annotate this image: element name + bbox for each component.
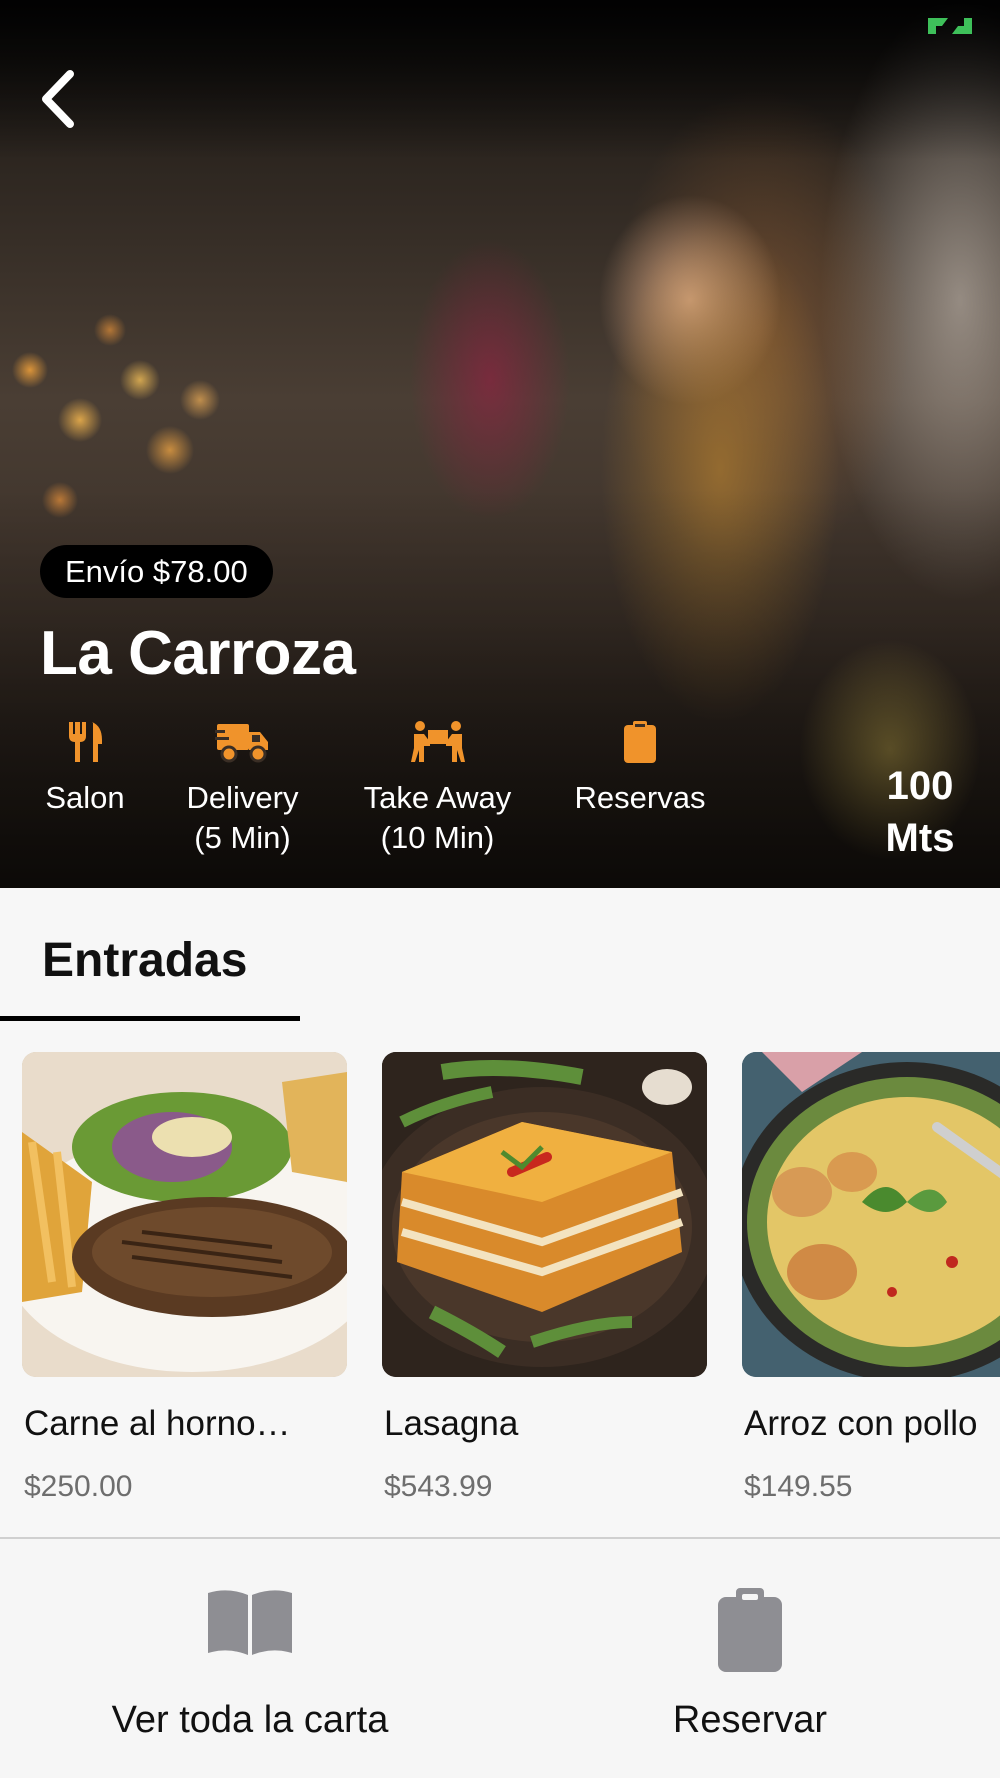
book-open-icon xyxy=(208,1590,292,1655)
product-price: $543.99 xyxy=(384,1470,493,1502)
service-delivery-label: Delivery xyxy=(186,780,299,815)
clipboard-icon xyxy=(718,1588,782,1672)
tab-entradas[interactable]: Entradas xyxy=(0,888,300,1023)
restaurant-name: La Carroza xyxy=(40,619,356,688)
tab-active-indicator xyxy=(0,1016,300,1021)
service-salon[interactable]: Salon xyxy=(30,720,140,818)
people-carry-icon xyxy=(410,721,465,762)
rice-chicken-dish-illustration xyxy=(742,1052,1000,1377)
reserve-button[interactable]: Reservar xyxy=(500,1539,1000,1778)
battery-icon xyxy=(928,18,972,34)
category-tabs: Entradas xyxy=(0,888,1000,1023)
utensils-icon xyxy=(69,722,102,762)
product-card[interactable]: Lasagna $543.99 xyxy=(382,1052,707,1502)
product-image xyxy=(742,1052,1000,1377)
product-name: Arroz con pollo xyxy=(744,1404,978,1443)
shipping-cost-badge: Envío $78.00 xyxy=(40,545,273,598)
truck-icon xyxy=(214,724,268,763)
product-price: $250.00 xyxy=(24,1470,133,1502)
product-image xyxy=(22,1052,347,1377)
service-take-away-time: (10 Min) xyxy=(380,820,495,855)
service-reservas-label: Reservas xyxy=(574,780,706,815)
distance-value: 100 xyxy=(886,764,954,808)
product-name: Lasagna xyxy=(384,1404,519,1443)
service-delivery-time: (5 Min) xyxy=(194,820,291,855)
clipboard-icon xyxy=(624,721,656,763)
service-salon-label: Salon xyxy=(45,780,125,815)
product-card[interactable]: Arroz con pollo $149.55 xyxy=(742,1052,1000,1502)
reserve-label: Reservar xyxy=(672,1699,828,1741)
distance-unit: Mts xyxy=(885,816,955,860)
service-delivery[interactable]: Delivery (5 Min) xyxy=(170,720,315,858)
product-card[interactable]: Carne al horno… $250.00 xyxy=(22,1052,347,1502)
lasagna-dish-illustration xyxy=(382,1052,707,1377)
tab-entradas-label: Entradas xyxy=(42,934,248,987)
service-take-away-label: Take Away xyxy=(363,780,512,815)
back-button[interactable] xyxy=(36,66,84,132)
bottom-action-bar: Ver toda la carta Reservar xyxy=(0,1539,1000,1778)
product-name: Carne al horno… xyxy=(24,1404,291,1443)
view-full-menu-button[interactable]: Ver toda la carta xyxy=(0,1539,500,1778)
distance-indicator: 100 Mts xyxy=(860,760,980,864)
view-full-menu-label: Ver toda la carta xyxy=(111,1699,389,1741)
product-price: $149.55 xyxy=(744,1470,853,1502)
product-carousel[interactable]: Carne al horno… $250.00 Lasagna $543.99 … xyxy=(0,1052,1000,1502)
hero-banner: Envío $78.00 La Carroza Salon Delivery (… xyxy=(0,0,1000,888)
steak-dish-illustration xyxy=(22,1052,347,1377)
product-image xyxy=(382,1052,707,1377)
service-reservas[interactable]: Reservas xyxy=(560,720,720,818)
service-take-away[interactable]: Take Away (10 Min) xyxy=(350,720,525,858)
